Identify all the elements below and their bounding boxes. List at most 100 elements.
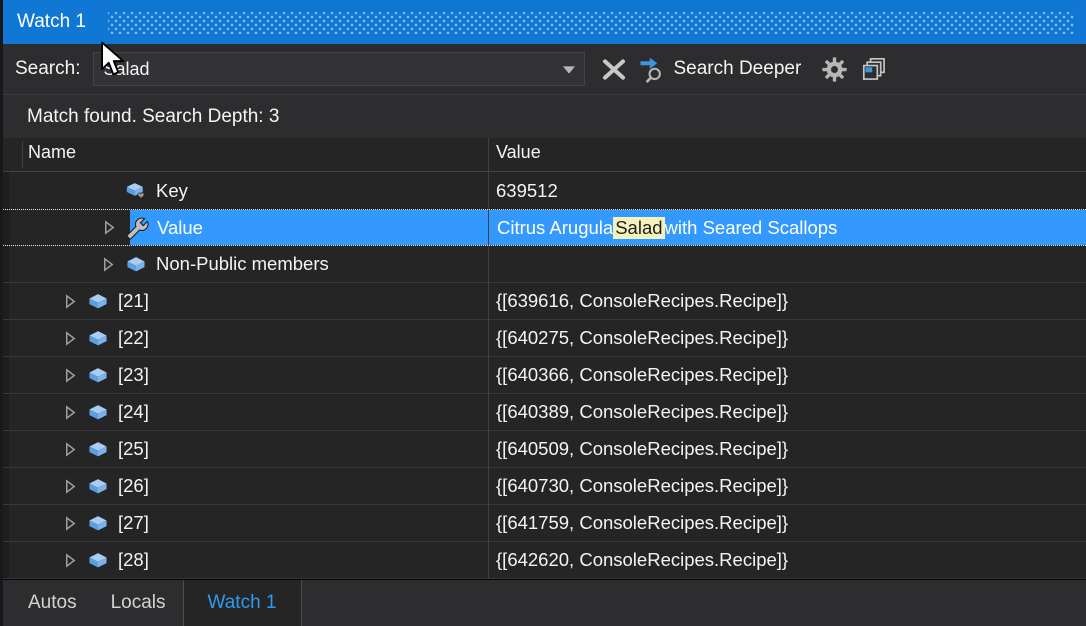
window-title: Watch 1 [17, 11, 86, 33]
row-value[interactable]: {[640509, ConsoleRecipes.Recipe]} [488, 431, 1086, 467]
window-left-edge [0, 0, 3, 626]
tab-watch-1[interactable]: Watch 1 [183, 580, 302, 626]
window-position-icon [861, 56, 888, 83]
drag-handle-dots[interactable] [108, 12, 1074, 34]
window-position-button[interactable] [861, 56, 888, 83]
search-deeper-label: Search Deeper [673, 58, 801, 80]
search-deeper-button[interactable]: Search Deeper [638, 56, 801, 83]
row-name-cell[interactable]: Non-Public members [0, 246, 488, 282]
table-row[interactable]: Value Citrus Arugula Salad with Seared Sc… [0, 209, 1086, 246]
row-name: Value [157, 217, 203, 239]
table-row[interactable]: [28]{[642620, ConsoleRecipes.Recipe]} [0, 542, 1086, 579]
row-name: Key [156, 180, 188, 202]
header-gutter-line [22, 141, 23, 168]
row-name: [25] [118, 438, 149, 460]
table-row[interactable]: [25] {[640509, ConsoleRecipes.Recipe]} [0, 431, 1086, 468]
tab-autos[interactable]: Autos [11, 580, 94, 626]
row-name-cell[interactable]: Key [0, 172, 488, 209]
field-key-icon [125, 180, 147, 201]
row-name: [22] [118, 327, 149, 349]
search-status-bar: Match found. Search Depth: 3 [0, 95, 1086, 138]
field-icon [87, 402, 109, 423]
row-name-cell[interactable]: Value [1, 210, 489, 245]
tool-window-tabstrip: Autos Locals Watch 1 [0, 579, 1086, 626]
row-value[interactable]: Citrus Arugula Salad with Seared Scallop… [489, 210, 1086, 245]
row-value[interactable]: 639512 [488, 172, 1086, 209]
clear-search-button[interactable] [602, 59, 626, 80]
expander-icon[interactable] [64, 294, 77, 309]
row-value[interactable]: {[641759, ConsoleRecipes.Recipe]} [488, 505, 1086, 541]
expander-icon[interactable] [102, 257, 115, 272]
table-row[interactable]: Non-Public members [0, 246, 1086, 283]
search-deeper-icon [638, 56, 665, 83]
row-name: [21] [118, 290, 149, 312]
search-toolbar: Search: Salad Search Deeper [0, 44, 1086, 95]
tab-label: Autos [28, 592, 77, 614]
expander-icon[interactable] [64, 331, 77, 346]
row-name-cell[interactable]: [27] [0, 505, 488, 541]
value-text: with Seared Scallops [665, 217, 838, 239]
row-name-cell[interactable]: [23] [0, 357, 488, 393]
row-value[interactable]: {[639616, ConsoleRecipes.Recipe]} [488, 283, 1086, 319]
column-header-value[interactable]: Value [496, 142, 541, 163]
table-row[interactable]: [21] {[639616, ConsoleRecipes.Recipe]} [0, 283, 1086, 320]
search-combobox[interactable]: Salad [93, 52, 585, 86]
field-icon [87, 550, 109, 571]
field-icon [87, 365, 109, 386]
grid-header: Name Value [0, 138, 1086, 172]
row-value[interactable]: {[640730, ConsoleRecipes.Recipe]} [488, 468, 1086, 504]
row-name-cell[interactable]: [22] [0, 320, 488, 356]
row-name-cell[interactable]: [25] [0, 431, 488, 467]
search-input[interactable]: Salad [103, 59, 149, 80]
row-name: [26] [118, 475, 149, 497]
row-name: [27] [118, 512, 149, 534]
settings-button[interactable] [821, 56, 848, 83]
row-name: [23] [118, 364, 149, 386]
row-name: [24] [118, 401, 149, 423]
row-name-cell[interactable]: [28] [0, 542, 488, 578]
table-row[interactable]: Key 639512 [0, 172, 1086, 209]
table-row[interactable]: [26] {[640730, ConsoleRecipes.Recipe]} [0, 468, 1086, 505]
search-match-highlight: Salad [613, 217, 664, 239]
table-row[interactable]: [27] {[641759, ConsoleRecipes.Recipe]} [0, 505, 1086, 542]
expander-icon[interactable] [64, 442, 77, 457]
row-name-cell[interactable]: [26] [0, 468, 488, 504]
row-name: Non-Public members [156, 253, 329, 275]
watch-tool-window: Watch 1 Search: Salad [0, 0, 1086, 626]
column-header-name[interactable]: Name [28, 142, 76, 163]
table-row[interactable]: [22] {[640275, ConsoleRecipes.Recipe]} [0, 320, 1086, 357]
field-icon [125, 254, 147, 275]
field-icon [87, 439, 109, 460]
grid-body: Key 639512 Value Citrus Arugula Salad with … [0, 172, 1086, 579]
search-label: Search: [15, 58, 80, 80]
column-separator[interactable] [488, 138, 489, 579]
expander-icon[interactable] [64, 368, 77, 383]
watch-grid: Name Value Key 639512 Value Citrus Arugula … [0, 138, 1086, 579]
expander-icon[interactable] [103, 220, 116, 235]
field-icon [87, 328, 109, 349]
close-icon [602, 59, 626, 80]
gear-icon [821, 56, 848, 83]
row-value[interactable]: {[640366, ConsoleRecipes.Recipe]} [488, 357, 1086, 393]
tab-label: Watch 1 [208, 592, 277, 614]
row-name-cell[interactable]: [21] [0, 283, 488, 319]
expander-icon[interactable] [64, 405, 77, 420]
row-value[interactable] [488, 246, 1086, 282]
tab-locals[interactable]: Locals [94, 580, 183, 626]
property-icon [126, 217, 148, 238]
field-icon [87, 476, 109, 497]
status-text: Match found. Search Depth: 3 [27, 106, 279, 128]
field-icon [87, 513, 109, 534]
expander-icon[interactable] [64, 479, 77, 494]
table-row[interactable]: [23] {[640366, ConsoleRecipes.Recipe]} [0, 357, 1086, 394]
value-text: Citrus Arugula [497, 217, 613, 239]
row-value[interactable]: {[640389, ConsoleRecipes.Recipe]} [488, 394, 1086, 430]
table-row[interactable]: [24] {[640389, ConsoleRecipes.Recipe]} [0, 394, 1086, 431]
row-value[interactable]: {[640275, ConsoleRecipes.Recipe]} [488, 320, 1086, 356]
row-value[interactable]: {[642620, ConsoleRecipes.Recipe]} [488, 542, 1086, 578]
expander-icon[interactable] [64, 553, 77, 568]
titlebar[interactable]: Watch 1 [0, 0, 1086, 44]
chevron-down-icon[interactable] [563, 66, 575, 74]
expander-icon[interactable] [64, 516, 77, 531]
row-name-cell[interactable]: [24] [0, 394, 488, 430]
